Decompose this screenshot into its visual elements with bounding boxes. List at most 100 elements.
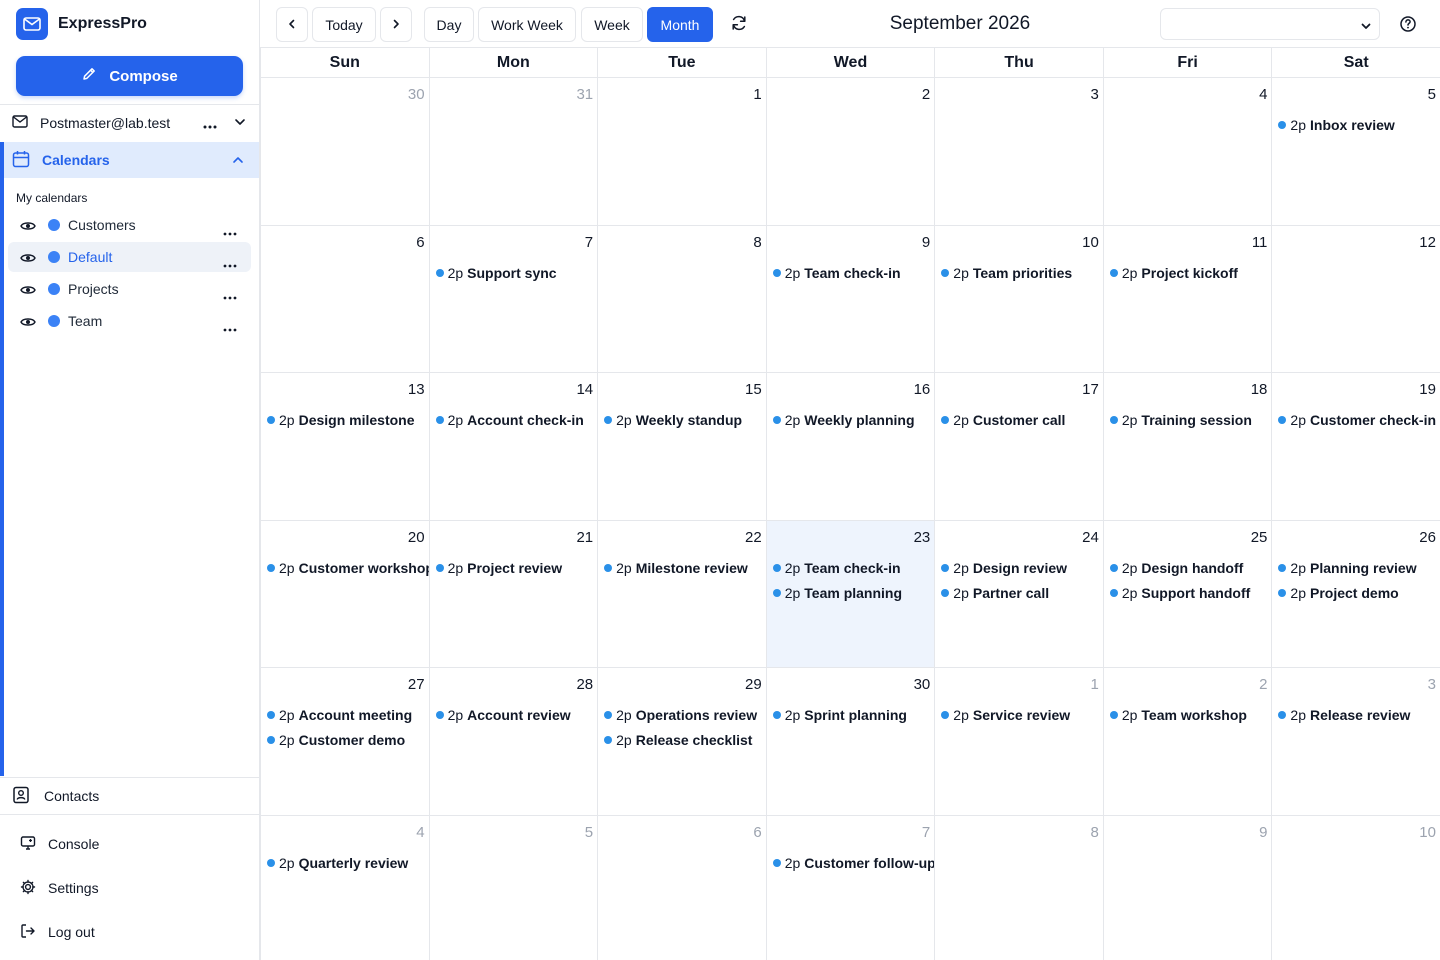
eye-icon[interactable]	[20, 251, 36, 267]
day-cell[interactable]: 27 2p Account meeting 2p Customer demo	[260, 668, 429, 816]
calendar-event[interactable]: 2p Sprint planning	[772, 705, 907, 725]
day-cell[interactable]: 1	[597, 78, 766, 226]
calendar-event[interactable]: 2p Design milestone	[267, 410, 415, 430]
view-month-button[interactable]: Month	[647, 7, 713, 42]
account-row[interactable]: Postmaster@lab.test	[0, 106, 259, 140]
refresh-icon[interactable]	[730, 14, 748, 35]
calendar-event[interactable]: 2p Project kickoff	[1109, 263, 1238, 283]
day-cell[interactable]: 10	[1271, 815, 1440, 960]
calendar-event[interactable]: 2p Milestone review	[604, 558, 748, 578]
calendar-event[interactable]: 2p Inbox review	[1278, 115, 1395, 135]
calendar-item-customers[interactable]: Customers	[8, 210, 251, 240]
day-cell[interactable]: 7 2p Support sync	[428, 225, 598, 373]
help-icon[interactable]	[1399, 15, 1417, 36]
day-cell[interactable]: 20 2p Customer workshop	[260, 520, 434, 668]
day-cell[interactable]: 6	[597, 815, 766, 960]
calendar-event[interactable]: 2p Team planning	[772, 583, 902, 603]
calendar-event[interactable]: 2p Operations review	[604, 705, 757, 725]
calendar-event[interactable]: 2p Customer follow-up	[772, 853, 936, 873]
more-options-icon[interactable]	[223, 319, 237, 335]
eye-icon[interactable]	[20, 315, 36, 331]
day-cell[interactable]: 19 2p Customer check-in	[1271, 373, 1440, 521]
eye-icon[interactable]	[20, 219, 36, 235]
day-cell[interactable]: 8	[597, 225, 766, 373]
day-cell[interactable]: 9	[1102, 815, 1272, 960]
day-cell[interactable]: 21 2p Project review	[428, 520, 598, 668]
day-cell[interactable]: 2 2p Team workshop	[1102, 668, 1272, 816]
day-cell[interactable]: 3	[934, 78, 1103, 226]
day-cell[interactable]: 9 2p Team check-in	[765, 225, 935, 373]
day-cell[interactable]: 12	[1271, 225, 1440, 373]
calendar-item-default[interactable]: Default	[8, 242, 251, 272]
calendar-event[interactable]: 2p Account check-in	[435, 410, 584, 430]
calendar-event[interactable]: 2p Customer call	[941, 410, 1065, 430]
calendar-event[interactable]: 2p Customer check-in	[1278, 410, 1436, 430]
calendar-event[interactable]: 2p Project demo	[1278, 583, 1399, 603]
day-cell[interactable]: 3 2p Release review	[1271, 668, 1440, 816]
day-cell[interactable]: 6	[260, 225, 429, 373]
calendar-event[interactable]: 2p Quarterly review	[267, 853, 408, 873]
day-cell[interactable]: 25 2p Design handoff 2p Support handoff	[1102, 520, 1272, 668]
day-cell[interactable]: 4	[1102, 78, 1272, 226]
calendar-event[interactable]: 2p Planning review	[1278, 558, 1417, 578]
day-cell[interactable]: 4 2p Quarterly review	[260, 815, 429, 960]
next-button[interactable]	[380, 7, 412, 42]
calendar-event[interactable]: 2p Release review	[1278, 705, 1410, 725]
day-cell[interactable]: 22 2p Milestone review	[597, 520, 766, 668]
contacts-link[interactable]: Contacts	[0, 778, 259, 814]
calendar-event[interactable]: 2p Weekly planning	[772, 410, 915, 430]
calendar-event[interactable]: 2p Team workshop	[1109, 705, 1247, 725]
console-link[interactable]: Console	[0, 826, 259, 862]
calendar-event[interactable]: 2p Account meeting	[267, 705, 412, 725]
day-cell[interactable]: 18 2p Training session	[1102, 373, 1272, 521]
calendar-event[interactable]: 2p Release checklist	[604, 730, 752, 750]
calendar-event[interactable]: 2p Support sync	[435, 263, 557, 283]
day-cell[interactable]: 10 2p Team priorities	[934, 225, 1103, 373]
day-cell[interactable]: 11 2p Project kickoff	[1102, 225, 1272, 373]
day-cell[interactable]: 24 2p Design review 2p Partner call	[934, 520, 1103, 668]
calendar-event[interactable]: 2p Team check-in	[772, 263, 901, 283]
day-cell[interactable]: 8	[934, 815, 1103, 960]
calendar-event[interactable]: 2p Training session	[1109, 410, 1252, 430]
account-more-icon[interactable]	[202, 116, 218, 132]
day-cell[interactable]: 30	[260, 78, 429, 226]
day-cell[interactable]: 1 2p Service review	[934, 668, 1103, 816]
day-cell[interactable]: 5	[428, 815, 598, 960]
calendar-event[interactable]: 2p Weekly standup	[604, 410, 742, 430]
day-cell[interactable]: 31	[428, 78, 598, 226]
calendar-event[interactable]: 2p Account review	[435, 705, 571, 725]
calendar-event[interactable]: 2p Design handoff	[1109, 558, 1243, 578]
day-cell[interactable]: 7 2p Customer follow-up	[765, 815, 936, 960]
day-cell[interactable]: 28 2p Account review	[428, 668, 598, 816]
day-cell[interactable]: 15 2p Weekly standup	[597, 373, 766, 521]
view-day-button[interactable]: Day	[424, 7, 474, 42]
calendar-event[interactable]: 2p Team check-in	[772, 558, 901, 578]
more-options-icon[interactable]	[223, 287, 237, 303]
calendar-event[interactable]: 2p Project review	[435, 558, 562, 578]
settings-link[interactable]: Settings	[0, 870, 259, 906]
day-cell[interactable]: 26 2p Planning review 2p Project demo	[1271, 520, 1440, 668]
chevron-up-icon[interactable]	[231, 153, 245, 170]
day-cell[interactable]: 13 2p Design milestone	[260, 373, 429, 521]
compose-button[interactable]: Compose	[16, 56, 243, 96]
day-cell[interactable]: 29 2p Operations review 2p Release checklist	[597, 668, 766, 816]
day-cell[interactable]: 16 2p Weekly planning	[765, 373, 935, 521]
view-week-button[interactable]: Week	[581, 7, 643, 42]
calendar-event[interactable]: 2p Support handoff	[1109, 583, 1250, 603]
calendar-event[interactable]: 2p Design review	[941, 558, 1067, 578]
view-work-week-button[interactable]: Work Week	[478, 7, 576, 42]
prev-button[interactable]	[276, 7, 308, 42]
day-cell[interactable]: 17 2p Customer call	[934, 373, 1103, 521]
eye-icon[interactable]	[20, 283, 36, 299]
logout-link[interactable]: Log out	[0, 914, 259, 950]
day-cell[interactable]: 2	[765, 78, 935, 226]
day-cell[interactable]: 14 2p Account check-in	[428, 373, 598, 521]
calendar-event[interactable]: 2p Team priorities	[941, 263, 1072, 283]
calendar-item-team[interactable]: Team	[8, 306, 251, 336]
calendar-event[interactable]: 2p Customer workshop	[267, 558, 434, 578]
day-cell[interactable]: 30 2p Sprint planning	[765, 668, 935, 816]
day-cell[interactable]: 5 2p Inbox review	[1271, 78, 1440, 226]
day-cell-today[interactable]: 23 2p Team check-in 2p Team planning	[765, 520, 935, 668]
calendars-section-header[interactable]: Calendars	[0, 142, 259, 178]
more-options-icon[interactable]	[223, 255, 237, 271]
